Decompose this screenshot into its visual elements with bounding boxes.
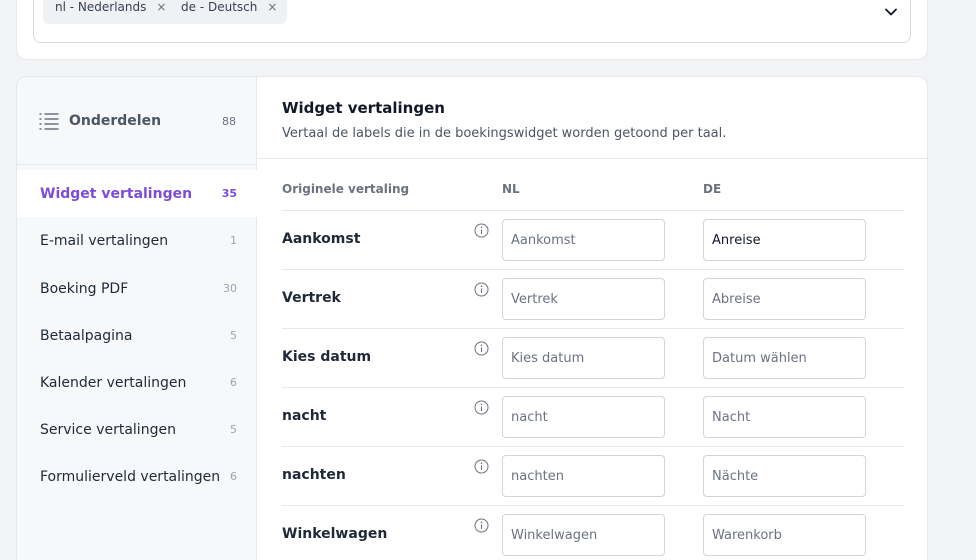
sidebar-header: Onderdelen 88	[17, 77, 256, 165]
translations-panel: Widget vertalingen Vertaal de labels die…	[258, 77, 927, 560]
column-header-original: Originele vertaling	[282, 182, 410, 196]
sidebar-item-count: 5	[230, 329, 237, 342]
de-translation-input[interactable]	[703, 278, 866, 320]
sidebar-item-label: Formulierveld vertalingen	[40, 468, 221, 485]
language-chip-label: de - Deutsch	[181, 0, 258, 14]
page-description: Vertaal de labels die in de boekingswidg…	[282, 126, 727, 141]
nl-translation-input[interactable]	[502, 514, 665, 556]
sidebar-item-e-mail-vertalingen[interactable]: E-mail vertalingen 1	[17, 217, 257, 264]
info-icon[interactable]	[474, 223, 489, 238]
chevron-down-icon[interactable]	[884, 5, 898, 19]
row-label: Winkelwagen	[282, 526, 388, 542]
table-row: Aankomst	[282, 211, 904, 270]
sidebar-item-boeking-pdf[interactable]: Boeking PDF 30	[17, 265, 257, 312]
close-icon[interactable]: ×	[267, 0, 277, 14]
de-translation-input[interactable]	[703, 514, 866, 556]
de-translation-input[interactable]	[703, 396, 866, 438]
column-header-de: DE	[703, 182, 722, 196]
info-icon[interactable]	[474, 400, 489, 415]
info-icon[interactable]	[474, 518, 489, 533]
panel-header: Widget vertalingen Vertaal de labels die…	[258, 77, 927, 159]
language-chip-de: de - Deutsch ×	[169, 0, 288, 24]
sections-sidebar: Onderdelen 88 Widget vertalingen 35 E-ma…	[17, 77, 257, 560]
de-translation-input[interactable]	[703, 455, 866, 497]
translations-card: Onderdelen 88 Widget vertalingen 35 E-ma…	[16, 76, 928, 560]
sidebar-item-kalender-vertalingen[interactable]: Kalender vertalingen 6	[17, 359, 257, 406]
sidebar-item-count: 5	[230, 423, 237, 436]
table-row: nachten	[282, 447, 904, 506]
close-icon[interactable]: ×	[156, 0, 166, 14]
row-label: nachten	[282, 467, 346, 483]
sidebar-item-count: 6	[230, 376, 237, 389]
nl-translation-input[interactable]	[502, 278, 665, 320]
table-header: Originele vertaling NL DE	[282, 159, 904, 211]
table-row: Winkelwagen	[282, 506, 904, 560]
sidebar-item-label: Betaalpagina	[40, 327, 133, 344]
sidebar-item-count: 30	[223, 282, 237, 295]
info-icon[interactable]	[474, 459, 489, 474]
de-translation-input[interactable]	[703, 337, 866, 379]
sidebar-item-label: Widget vertalingen	[40, 185, 193, 202]
sidebar-item-label: Service vertalingen	[40, 421, 176, 438]
sidebar-title: Onderdelen	[69, 113, 162, 129]
sidebar-item-service-vertalingen[interactable]: Service vertalingen 5	[17, 406, 257, 453]
column-header-nl: NL	[502, 182, 520, 196]
table-row: Vertrek	[282, 270, 904, 329]
row-label: Aankomst	[282, 231, 361, 247]
info-icon[interactable]	[474, 282, 489, 297]
row-label: Kies datum	[282, 349, 372, 365]
table-row: nacht	[282, 388, 904, 447]
language-multiselect[interactable]: nl - Nederlands × de - Deutsch ×	[33, 0, 911, 43]
sidebar-item-betaalpagina[interactable]: Betaalpagina 5	[17, 312, 257, 359]
row-label: Vertrek	[282, 290, 341, 306]
language-chip-nl: nl - Nederlands ×	[43, 0, 177, 24]
sidebar-total-count: 88	[222, 115, 236, 128]
sidebar-item-count: 6	[230, 470, 237, 483]
list-icon	[39, 113, 59, 130]
sidebar-item-label: E-mail vertalingen	[40, 232, 169, 249]
translations-table: Originele vertaling NL DE Aankomst Vertr…	[282, 159, 904, 560]
nl-translation-input[interactable]	[502, 455, 665, 497]
sidebar-item-widget-vertalingen[interactable]: Widget vertalingen 35	[17, 170, 257, 217]
sidebar-item-count: 35	[221, 187, 237, 200]
de-translation-input[interactable]	[703, 219, 866, 261]
info-icon[interactable]	[474, 341, 489, 356]
sidebar-item-label: Kalender vertalingen	[40, 374, 187, 391]
sidebar-item-label: Boeking PDF	[40, 280, 129, 297]
nl-translation-input[interactable]	[502, 337, 665, 379]
sidebar-item-formulierveld-vertalingen[interactable]: Formulierveld vertalingen 6	[17, 453, 257, 500]
language-chip-label: nl - Nederlands	[55, 0, 147, 14]
page-title: Widget vertalingen	[282, 99, 445, 117]
row-label: nacht	[282, 408, 327, 424]
nl-translation-input[interactable]	[502, 219, 665, 261]
nl-translation-input[interactable]	[502, 396, 665, 438]
sidebar-item-count: 1	[230, 234, 237, 247]
table-row: Kies datum	[282, 329, 904, 388]
